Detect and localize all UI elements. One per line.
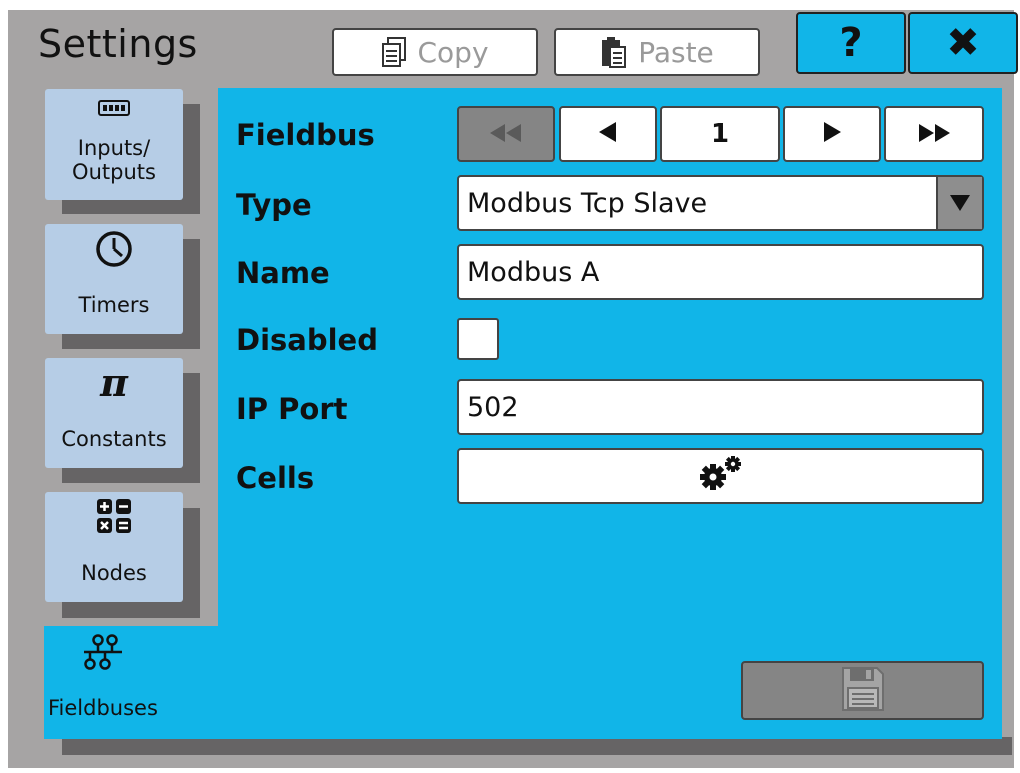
io-module-icon bbox=[45, 99, 183, 119]
rewind-icon bbox=[490, 119, 522, 149]
previous-button[interactable] bbox=[559, 106, 657, 162]
network-icon bbox=[82, 634, 128, 677]
save-button[interactable] bbox=[741, 661, 984, 720]
sidebar-item-timers[interactable]: Timers bbox=[45, 224, 183, 334]
cells-label: Cells bbox=[236, 461, 315, 495]
sidebar-item-label: Constants bbox=[61, 427, 167, 451]
ip-port-input[interactable]: 502 bbox=[457, 379, 984, 435]
clipboard-icon bbox=[600, 35, 628, 69]
sidebar-item-fieldbuses[interactable]: Fieldbuses bbox=[44, 626, 234, 739]
question-icon: ? bbox=[839, 20, 863, 66]
paste-button[interactable]: Paste bbox=[554, 28, 760, 76]
sidebar-item-label: Timers bbox=[78, 293, 150, 317]
name-label: Name bbox=[236, 256, 330, 290]
help-button[interactable]: ? bbox=[796, 12, 906, 74]
fieldbus-label: Fieldbus bbox=[236, 118, 375, 152]
calculator-icon bbox=[45, 498, 183, 534]
page-number: 1 bbox=[660, 106, 780, 162]
clock-icon bbox=[45, 230, 183, 268]
sidebar-item-label: Nodes bbox=[81, 561, 147, 585]
chevron-down-icon[interactable] bbox=[936, 177, 982, 229]
copy-label: Copy bbox=[417, 35, 489, 69]
copy-icon bbox=[381, 36, 407, 68]
page-title: Settings bbox=[38, 22, 198, 66]
close-button[interactable]: ✖ bbox=[908, 12, 1018, 74]
cells-configure-button[interactable] bbox=[457, 448, 984, 504]
disabled-label: Disabled bbox=[236, 323, 378, 357]
sidebar-item-inputs-outputs[interactable]: Inputs/ Outputs bbox=[45, 89, 183, 200]
type-label: Type bbox=[236, 188, 312, 222]
gears-icon bbox=[697, 455, 745, 498]
type-select[interactable]: Modbus Tcp Slave bbox=[457, 175, 984, 231]
type-value: Modbus Tcp Slave bbox=[467, 187, 708, 219]
fast-forward-icon bbox=[918, 119, 950, 149]
sidebar-item-label: Inputs/ bbox=[77, 136, 151, 160]
paste-label: Paste bbox=[638, 35, 714, 69]
sidebar-item-constants[interactable]: π Constants bbox=[45, 358, 183, 468]
first-page-button[interactable] bbox=[457, 106, 555, 162]
floppy-disk-icon bbox=[841, 666, 885, 716]
copy-button[interactable]: Copy bbox=[332, 28, 538, 76]
sidebar-item-nodes[interactable]: Nodes bbox=[45, 492, 183, 602]
previous-icon bbox=[599, 119, 617, 149]
name-input[interactable]: Modbus A bbox=[457, 244, 984, 300]
last-page-button[interactable] bbox=[884, 106, 984, 162]
close-icon: ✖ bbox=[946, 20, 980, 66]
next-button[interactable] bbox=[783, 106, 881, 162]
disabled-checkbox[interactable] bbox=[457, 318, 499, 360]
pi-icon: π bbox=[100, 360, 128, 405]
sidebar-item-label: Outputs bbox=[72, 160, 156, 184]
ip-port-label: IP Port bbox=[236, 392, 348, 426]
panel-shadow bbox=[62, 737, 1012, 755]
sidebar-item-label: Fieldbuses bbox=[48, 696, 158, 720]
next-icon bbox=[823, 119, 841, 149]
